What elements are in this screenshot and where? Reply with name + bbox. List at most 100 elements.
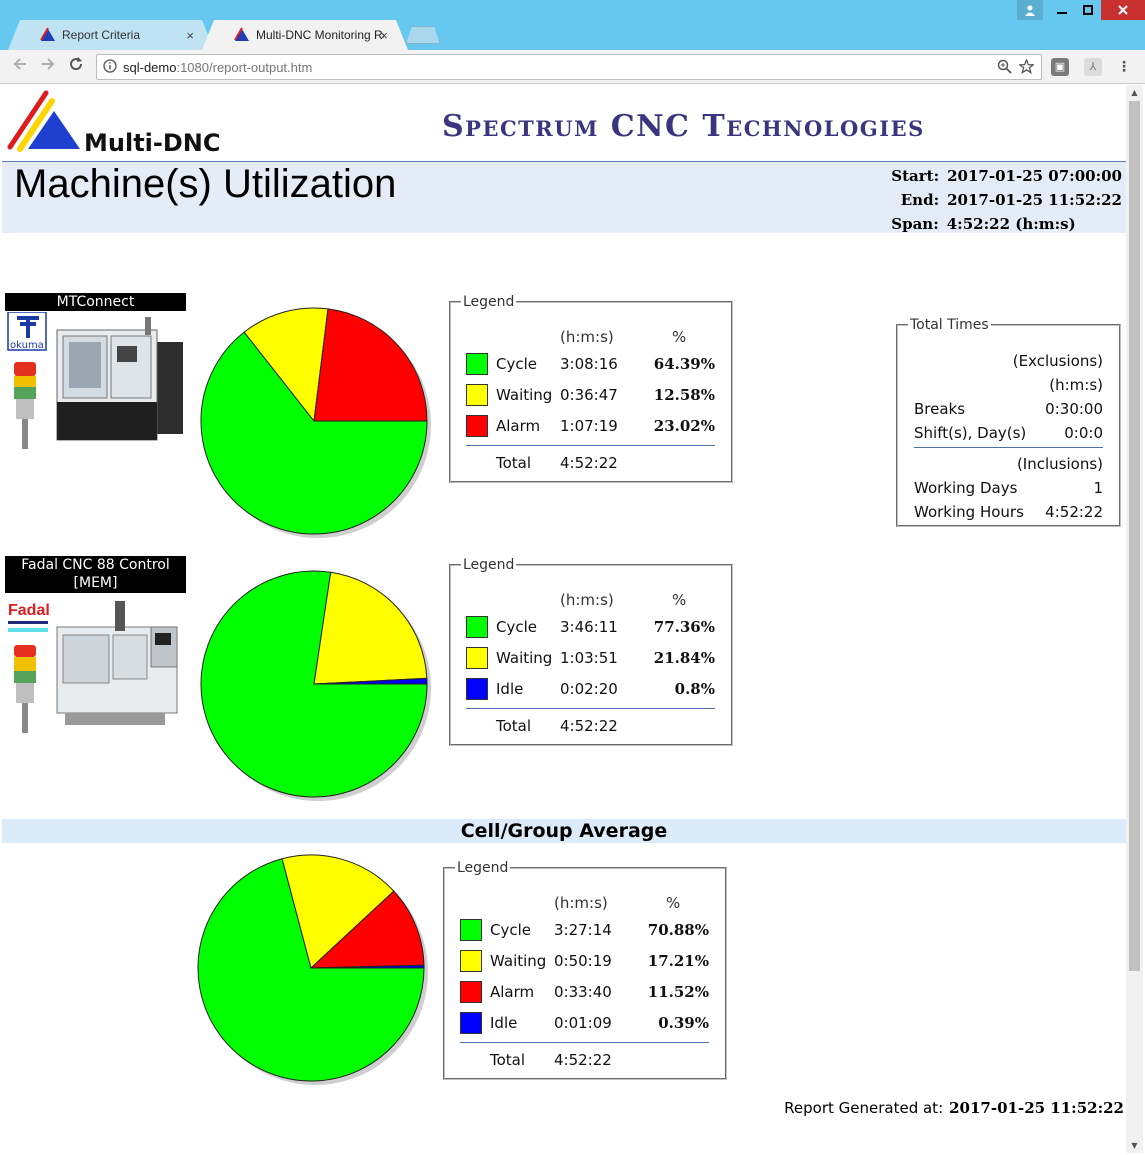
- browser-toolbar: sql-demo:1080/report-output.htm ▣ ⅄ ⋮: [0, 50, 1145, 84]
- shift-value: 0:0:0: [1064, 424, 1103, 442]
- back-arrow-icon[interactable]: [8, 56, 32, 77]
- total-times-divider: [914, 447, 1103, 448]
- percent-column-header: %: [672, 591, 687, 609]
- title-band: Machine(s) Utilization Start: 2017-01-25 …: [2, 161, 1126, 233]
- window-close-icon[interactable]: [1101, 0, 1145, 20]
- info-icon[interactable]: [97, 58, 123, 76]
- start-value: 2017-01-25 07:00:00: [947, 167, 1122, 185]
- breaks-label: Breaks: [914, 400, 966, 418]
- shift-label: Shift(s), Day(s): [914, 424, 1027, 442]
- color-swatch: [466, 384, 488, 406]
- state-time: 0:36:47: [560, 386, 618, 404]
- state-percent: 12.58%: [653, 386, 715, 404]
- page-title: Machine(s) Utilization: [14, 162, 397, 206]
- report-range: Start: 2017-01-25 07:00:00 End: 2017-01-25…: [891, 164, 1122, 236]
- scroll-up-arrow-icon[interactable]: ▲: [1126, 88, 1143, 97]
- legend-row: Cycle 3:27:14 70.88%: [445, 919, 725, 943]
- report-generated: Report Generated at: 2017-01-25 11:52:22: [784, 1099, 1124, 1117]
- state-label: Idle: [490, 1014, 518, 1032]
- state-time: 1:07:19: [560, 417, 618, 435]
- state-label: Cycle: [496, 618, 537, 636]
- state-percent: 77.36%: [653, 618, 715, 636]
- state-time: 1:03:51: [560, 649, 618, 667]
- address-bar[interactable]: sql-demo:1080/report-output.htm: [96, 54, 1042, 80]
- state-label: Alarm: [490, 983, 535, 1001]
- time-column-header: (h:m:s): [560, 328, 614, 346]
- legend-row: Waiting 1:03:51 21.84%: [451, 647, 731, 671]
- start-label: Start:: [891, 167, 940, 185]
- state-percent: 23.02%: [653, 417, 715, 435]
- state-time: 0:02:20: [560, 680, 618, 698]
- legend-title: Legend: [457, 860, 509, 876]
- state-time: 3:46:11: [560, 618, 618, 636]
- legend-total-row: Total 4:52:22: [451, 715, 731, 739]
- inclusions-header-row: (Inclusions): [914, 454, 1103, 476]
- machine-name-header: MTConnect: [5, 293, 186, 311]
- forward-arrow-icon[interactable]: [36, 56, 60, 77]
- legend-total-row: Total 4:52:22: [451, 452, 731, 476]
- okuma-machine-image: okuma: [7, 312, 183, 449]
- legend-title: Legend: [463, 294, 515, 310]
- machine-name-header: Fadal CNC 88 Control [MEM]: [5, 556, 186, 593]
- total-label: Total: [496, 454, 532, 472]
- working-days-label: Working Days: [914, 479, 1018, 497]
- total-times-title: Total Times: [910, 317, 989, 333]
- generated-label: Report Generated at:: [784, 1099, 944, 1117]
- pdf-extension-icon[interactable]: ⅄: [1084, 58, 1102, 76]
- svg-text:Multi-DNC: Multi-DNC: [84, 129, 220, 157]
- zoom-icon[interactable]: [997, 59, 1012, 77]
- breaks-row: Breaks 0:30:00: [914, 399, 1103, 421]
- reload-icon[interactable]: [64, 56, 88, 77]
- tab-monitoring-report[interactable]: Multi-DNC Monitoring Report ×: [202, 20, 408, 50]
- legend-divider: [466, 445, 715, 446]
- color-swatch: [460, 1012, 482, 1034]
- unit-row: (h:m:s): [914, 375, 1103, 397]
- state-percent: 64.39%: [653, 355, 715, 373]
- maximize-icon[interactable]: [1075, 0, 1101, 20]
- new-tab-button[interactable]: [406, 26, 440, 44]
- color-swatch: [466, 647, 488, 669]
- total-time: 4:52:22: [560, 717, 618, 735]
- menu-kebab-icon[interactable]: ⋮: [1115, 58, 1133, 76]
- bookmark-star-icon[interactable]: [1018, 58, 1035, 77]
- legend-divider: [460, 1042, 709, 1043]
- group-average-pie-chart: [197, 854, 428, 1085]
- time-column-header: (h:m:s): [560, 591, 614, 609]
- scrollbar-thumb[interactable]: [1129, 101, 1140, 971]
- breaks-value: 0:30:00: [1045, 400, 1103, 418]
- minimize-icon[interactable]: [1049, 0, 1075, 20]
- user-profile-icon[interactable]: [1017, 0, 1043, 20]
- svg-text:okuma: okuma: [10, 340, 44, 351]
- time-column-header: (h:m:s): [554, 894, 608, 912]
- legend-row: Alarm 0:33:40 11.52%: [445, 981, 725, 1005]
- color-swatch: [460, 981, 482, 1003]
- scroll-down-arrow-icon[interactable]: ▼: [1126, 1141, 1143, 1150]
- extension-icon[interactable]: ▣: [1051, 58, 1069, 76]
- legend-row: Waiting 0:36:47 12.58%: [451, 384, 731, 408]
- state-time: 0:33:40: [554, 983, 612, 1001]
- state-percent: 17.21%: [647, 952, 709, 970]
- close-icon[interactable]: ×: [380, 28, 388, 43]
- span-label: Span:: [891, 215, 939, 233]
- fadal-machine-image: Fadal: [8, 601, 178, 733]
- pie-slice-alarm: [313, 308, 428, 422]
- state-time: 3:08:16: [560, 355, 618, 373]
- total-label: Total: [490, 1051, 526, 1069]
- state-label: Waiting: [490, 952, 547, 970]
- tab-report-criteria[interactable]: Report Criteria ×: [8, 20, 214, 50]
- state-percent: 70.88%: [647, 921, 709, 939]
- multi-dnc-favicon-icon: [234, 27, 249, 41]
- utilization-pie-chart: [200, 307, 431, 538]
- color-swatch: [460, 950, 482, 972]
- state-percent: 11.52%: [647, 983, 709, 1001]
- total-time: 4:52:22: [554, 1051, 612, 1069]
- utilization-pie-chart: [200, 570, 431, 801]
- vertical-scrollbar[interactable]: ▲ ▼: [1126, 85, 1143, 1153]
- page-viewport: Multi-DNC Spectrum CNC Technologies Mach…: [2, 85, 1126, 1153]
- percent-column-header: %: [666, 894, 681, 912]
- state-label: Cycle: [496, 355, 537, 373]
- exclusions-header-row: (Exclusions): [914, 351, 1103, 373]
- close-icon[interactable]: ×: [186, 28, 194, 43]
- state-percent: 21.84%: [653, 649, 715, 667]
- working-days-row: Working Days 1: [914, 478, 1103, 500]
